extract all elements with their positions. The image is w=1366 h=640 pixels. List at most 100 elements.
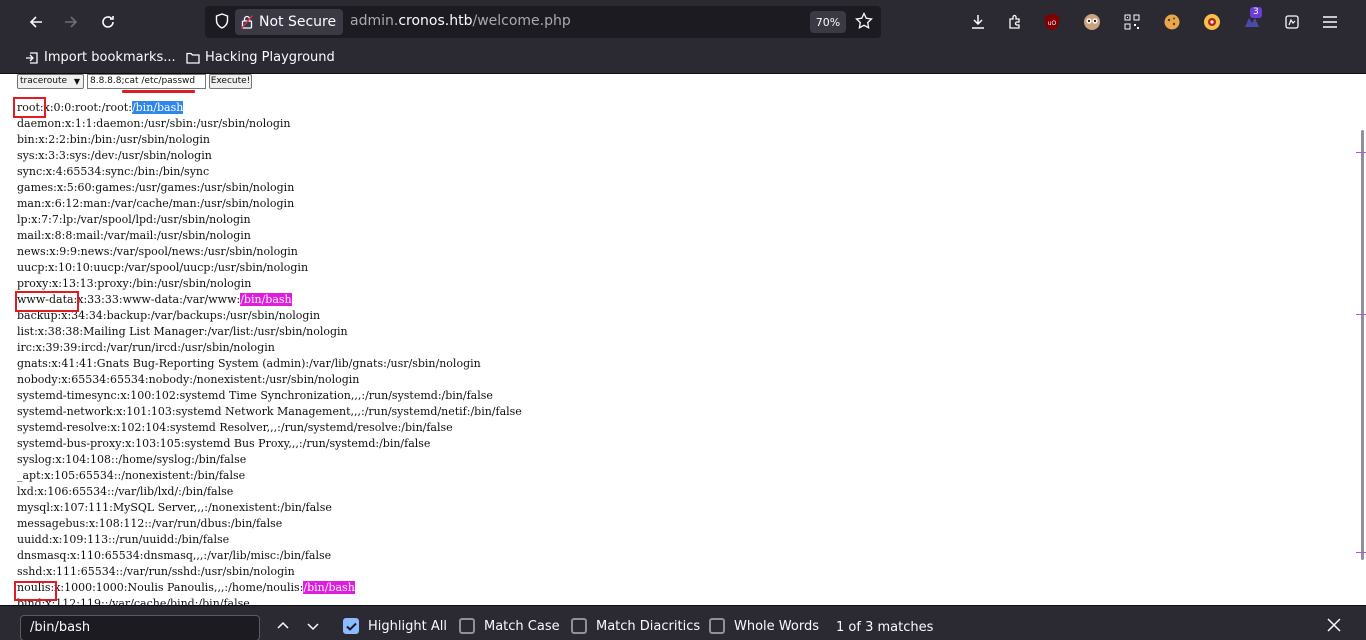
- hackbar-extension-icon: [1204, 14, 1220, 30]
- passwd-line-text: x:1000:1000:Noulis Panoulis,,,:/home/nou…: [54, 581, 304, 594]
- scrollbar-thumb[interactable]: [1361, 130, 1364, 560]
- find-previous-icon[interactable]: [275, 618, 291, 634]
- passwd-line-text: systemd-network:x:101:103:systemd Networ…: [17, 405, 522, 418]
- url-text[interactable]: admin.cronos.htb/welcome.php: [350, 13, 571, 29]
- passwd-line: news:x:9:9:news:/var/spool/news:/usr/sbi…: [17, 244, 522, 260]
- chevron-down-icon: ▼: [73, 77, 80, 86]
- passwd-line: systemd-bus-proxy:x:103:105:systemd Bus …: [17, 436, 522, 452]
- annotation-box-noulis: [14, 581, 57, 601]
- passwd-line: uuidd:x:109:113::/run/uuidd:/bin/false: [17, 532, 522, 548]
- passwd-line-text: daemon:x:1:1:daemon:/usr/sbin:/usr/sbin/…: [17, 117, 291, 130]
- passwd-line: systemd-timesync:x:100:102:systemd Time …: [17, 388, 522, 404]
- owl-extension-button[interactable]: [1081, 11, 1103, 33]
- passwd-line: proxy:x:13:13:proxy:/bin:/usr/sbin/nolog…: [17, 276, 522, 292]
- passwd-line-text: mysql:x:107:111:MySQL Server,,,:/nonexis…: [17, 501, 332, 514]
- scrollbar[interactable]: [1352, 74, 1366, 605]
- reload-icon: [102, 16, 114, 28]
- bookmark-folder-hacking-playground[interactable]: Hacking Playground: [186, 50, 335, 65]
- not-secure-indicator[interactable]: Not Secure: [235, 9, 343, 35]
- command-select[interactable]: traceroute ▼: [17, 74, 84, 89]
- cookie-icon: [1164, 14, 1180, 30]
- passwd-line-text: sys:x:3:3:sys:/dev:/usr/sbin/nologin: [17, 149, 212, 162]
- back-arrow-icon: [29, 16, 42, 28]
- passwd-line-text: sync:x:4:65534:sync:/bin:/bin/sync: [17, 165, 210, 178]
- scrollbar-match-marker: [1356, 152, 1366, 153]
- checkbox-unchecked-icon: [571, 618, 587, 634]
- bookmark-star-icon[interactable]: [855, 12, 873, 30]
- cookie-editor-button[interactable]: [1161, 11, 1183, 33]
- passwd-line-text: mail:x:8:8:mail:/var/mail:/usr/sbin/nolo…: [17, 229, 251, 242]
- passwd-line: man:x:6:12:man:/var/cache/man:/usr/sbin/…: [17, 196, 522, 212]
- scrollbar-match-marker: [1356, 314, 1366, 315]
- bookmark-label: Hacking Playground: [205, 50, 335, 65]
- passwd-line: noulis:x:1000:1000:Noulis Panoulis,,,:/h…: [17, 580, 522, 596]
- import-bookmarks-link[interactable]: Import bookmarks...: [25, 50, 176, 65]
- passwd-line-text: _apt:x:105:65534::/nonexistent:/bin/fals…: [17, 469, 246, 482]
- find-match-highlight: /bin/bash: [240, 293, 292, 306]
- close-icon[interactable]: [1327, 618, 1341, 632]
- menu-button[interactable]: [1319, 11, 1341, 33]
- passwd-line-text: systemd-bus-proxy:x:103:105:systemd Bus …: [17, 437, 431, 450]
- passwd-line: dnsmasq:x:110:65534:dnsmasq,,,:/var/lib/…: [17, 548, 522, 564]
- reload-button[interactable]: [94, 8, 122, 36]
- url-bar[interactable]: Not Secure admin.cronos.htb/welcome.php …: [205, 6, 881, 38]
- passwd-line-text: systemd-timesync:x:100:102:systemd Time …: [17, 389, 493, 402]
- passwd-line: daemon:x:1:1:daemon:/usr/sbin:/usr/sbin/…: [17, 116, 522, 132]
- passwd-line-text: nobody:x:65534:65534:nobody:/nonexistent…: [17, 373, 360, 386]
- passwd-line-text: dnsmasq:x:110:65534:dnsmasq,,,:/var/lib/…: [17, 549, 332, 562]
- wappalyzer-button[interactable]: [1201, 11, 1223, 33]
- owl-extension-icon: [1084, 14, 1100, 30]
- container-extension-button[interactable]: [1281, 11, 1303, 33]
- checkbox-unchecked-icon: [459, 618, 475, 634]
- passwd-line: syslog:x:104:108::/home/syslog:/bin/fals…: [17, 452, 522, 468]
- passwd-line-text: x:33:33:www-data:/var/www:: [77, 293, 241, 306]
- downloads-button[interactable]: [967, 11, 989, 33]
- url-host: cronos.htb: [398, 13, 473, 29]
- command-output: root:x:0:0:root:/root:/bin/bash daemon:x:…: [17, 100, 522, 605]
- passwd-line-text: man:x:6:12:man:/var/cache/man:/usr/sbin/…: [17, 197, 295, 210]
- not-secure-label: Not Secure: [259, 14, 337, 30]
- back-button[interactable]: [22, 8, 50, 36]
- checkbox-unchecked-icon: [709, 618, 725, 634]
- host-input[interactable]: 8.8.8.8;cat /etc/passwd: [87, 74, 206, 89]
- extensions-button[interactable]: [1004, 11, 1026, 33]
- passwd-line: _apt:x:105:65534::/nonexistent:/bin/fals…: [17, 468, 522, 484]
- ublock-shield-icon: uO: [1045, 13, 1059, 31]
- whole-words-checkbox[interactable]: Whole Words: [709, 618, 819, 634]
- passwd-line-text: messagebus:x:108:112::/var/run/dbus:/bin…: [17, 517, 283, 530]
- passwd-line-text: proxy:x:13:13:proxy:/bin:/usr/sbin/nolog…: [17, 277, 252, 290]
- passwd-line-text: sshd:x:111:65534::/var/run/sshd:/usr/sbi…: [17, 565, 295, 578]
- tracking-shield-icon[interactable]: [215, 13, 229, 29]
- match-case-checkbox[interactable]: Match Case: [459, 618, 560, 634]
- passwd-line-text: list:x:38:38:Mailing List Manager:/var/l…: [17, 325, 348, 338]
- passwd-line: mysql:x:107:111:MySQL Server,,,:/nonexis…: [17, 500, 522, 516]
- passwd-line-text: bin:x:2:2:bin:/bin:/usr/sbin/nologin: [17, 133, 210, 146]
- passwd-line-text: news:x:9:9:news:/var/spool/news:/usr/sbi…: [17, 245, 298, 258]
- execute-button[interactable]: Execute!: [209, 74, 252, 89]
- page-content: traceroute ▼ 8.8.8.8;cat /etc/passwd Exec…: [0, 74, 1366, 605]
- passwd-line: www-data:x:33:33:www-data:/var/www:/bin/…: [17, 292, 522, 308]
- passwd-line: root:x:0:0:root:/root:/bin/bash: [17, 100, 522, 116]
- passwd-line-text: gnats:x:41:41:Gnats Bug-Reporting System…: [17, 357, 481, 370]
- highlight-all-checkbox[interactable]: Highlight All: [343, 618, 447, 634]
- qr-code-button[interactable]: [1121, 11, 1143, 33]
- ublock-origin-button[interactable]: uO: [1041, 11, 1063, 33]
- passwd-line: backup:x:34:34:backup:/var/backups:/usr/…: [17, 308, 522, 324]
- folder-icon: [186, 52, 200, 64]
- hamburger-menu-icon: [1323, 16, 1337, 28]
- find-match-highlight: /bin/bash: [303, 581, 355, 594]
- cards-icon: [1285, 15, 1299, 29]
- match-diacritics-checkbox[interactable]: Match Diacritics: [571, 618, 700, 634]
- find-input[interactable]: /bin/bash: [20, 615, 260, 640]
- zoom-level-button[interactable]: 70%: [810, 11, 846, 33]
- scrollbar-match-marker: [1356, 552, 1366, 553]
- passwd-line-text: games:x:5:60:games:/usr/games:/usr/sbin/…: [17, 181, 295, 194]
- passwd-line: uucp:x:10:10:uucp:/var/spool/uucp:/usr/s…: [17, 260, 522, 276]
- command-select-value: traceroute: [20, 76, 68, 86]
- forward-button[interactable]: [57, 8, 85, 36]
- url-path: /welcome.php: [472, 13, 571, 29]
- annotation-box-www-data: [15, 291, 79, 312]
- annotation-underline: [122, 90, 195, 93]
- passwd-line: sys:x:3:3:sys:/dev:/usr/sbin/nologin: [17, 148, 522, 164]
- find-next-icon[interactable]: [305, 618, 321, 634]
